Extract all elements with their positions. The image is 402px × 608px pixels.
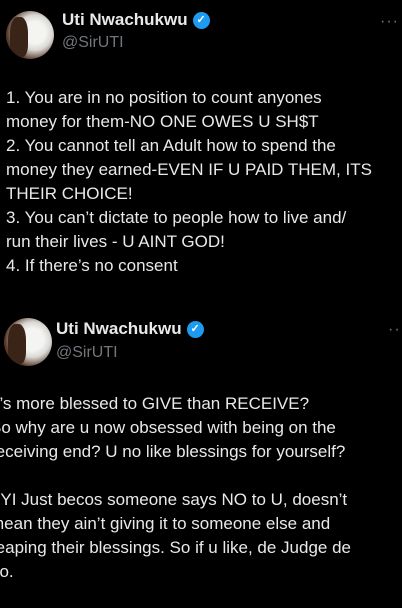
verified-badge-icon: ✓ [186, 320, 204, 338]
more-options-icon[interactable]: ··· [388, 322, 402, 338]
author-handle[interactable]: @SirUTI [62, 34, 124, 52]
tweet-2[interactable]: Uti Nwachukwu ✓ @SirUTI ··· It’s more bl… [0, 300, 402, 608]
tweet-text: It’s more blessed to GIVE than RECEIVE? … [0, 394, 352, 581]
tweet-text: 1. You are in no position to count anyon… [6, 88, 372, 275]
author-handle[interactable]: @SirUTI [56, 344, 118, 362]
author-name[interactable]: Uti Nwachukwu [62, 10, 188, 30]
author-row: Uti Nwachukwu ✓ [62, 10, 210, 30]
more-options-icon[interactable]: ··· [380, 14, 399, 30]
author-row: Uti Nwachukwu ✓ [56, 319, 204, 339]
avatar[interactable] [6, 11, 54, 59]
author-name[interactable]: Uti Nwachukwu [56, 319, 182, 339]
avatar[interactable] [4, 318, 52, 366]
tweet-1[interactable]: Uti Nwachukwu ✓ @SirUTI ··· 1. You are i… [0, 0, 402, 300]
verified-badge-icon: ✓ [192, 11, 210, 29]
